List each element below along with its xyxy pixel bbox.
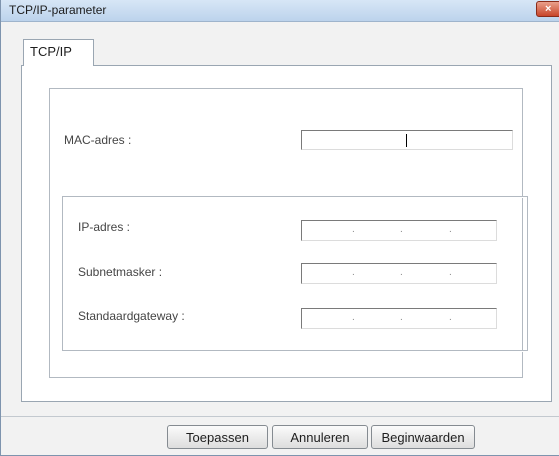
ip-octet-separator: . [400,224,403,235]
window-title: TCP/IP-parameter [9,3,107,17]
ip-octet-separator: . [449,224,452,235]
ip-octet-separator: . [400,312,403,323]
ip-address-label: IP-adres : [78,220,131,234]
tcpip-dialog: TCP/IP-parameter × TCP/IP MAC-adres : IP… [0,0,559,456]
ip-octet-separator: . [449,312,452,323]
tab-tcpip-label: TCP/IP [30,44,72,59]
cancel-button[interactable]: Annuleren [272,425,368,449]
ip-octet-separator: . [449,267,452,278]
ip-address-field[interactable]: . . . [301,220,497,241]
title-bar[interactable]: TCP/IP-parameter × [1,0,559,22]
footer-divider [1,416,559,417]
tab-tcpip[interactable]: TCP/IP [23,39,94,66]
close-icon[interactable]: × [536,1,559,17]
subnet-mask-label: Subnetmasker : [78,265,163,279]
subnet-mask-field[interactable]: . . . [301,263,497,284]
ip-octet-separator: . [352,224,355,235]
ip-octet-separator: . [352,312,355,323]
apply-button[interactable]: Toepassen [167,425,268,449]
text-caret [406,134,407,147]
tab-panel: MAC-adres : IP-adres : . . . Subnetmaske… [21,65,552,402]
ip-octet-separator: . [400,267,403,278]
mac-address-field[interactable] [301,130,513,150]
mac-address-label: MAC-adres : [64,133,132,147]
default-gateway-label: Standaardgateway : [78,309,185,323]
ip-octet-separator: . [352,267,355,278]
defaults-button[interactable]: Beginwaarden [371,425,475,449]
default-gateway-field[interactable]: . . . [301,308,497,329]
